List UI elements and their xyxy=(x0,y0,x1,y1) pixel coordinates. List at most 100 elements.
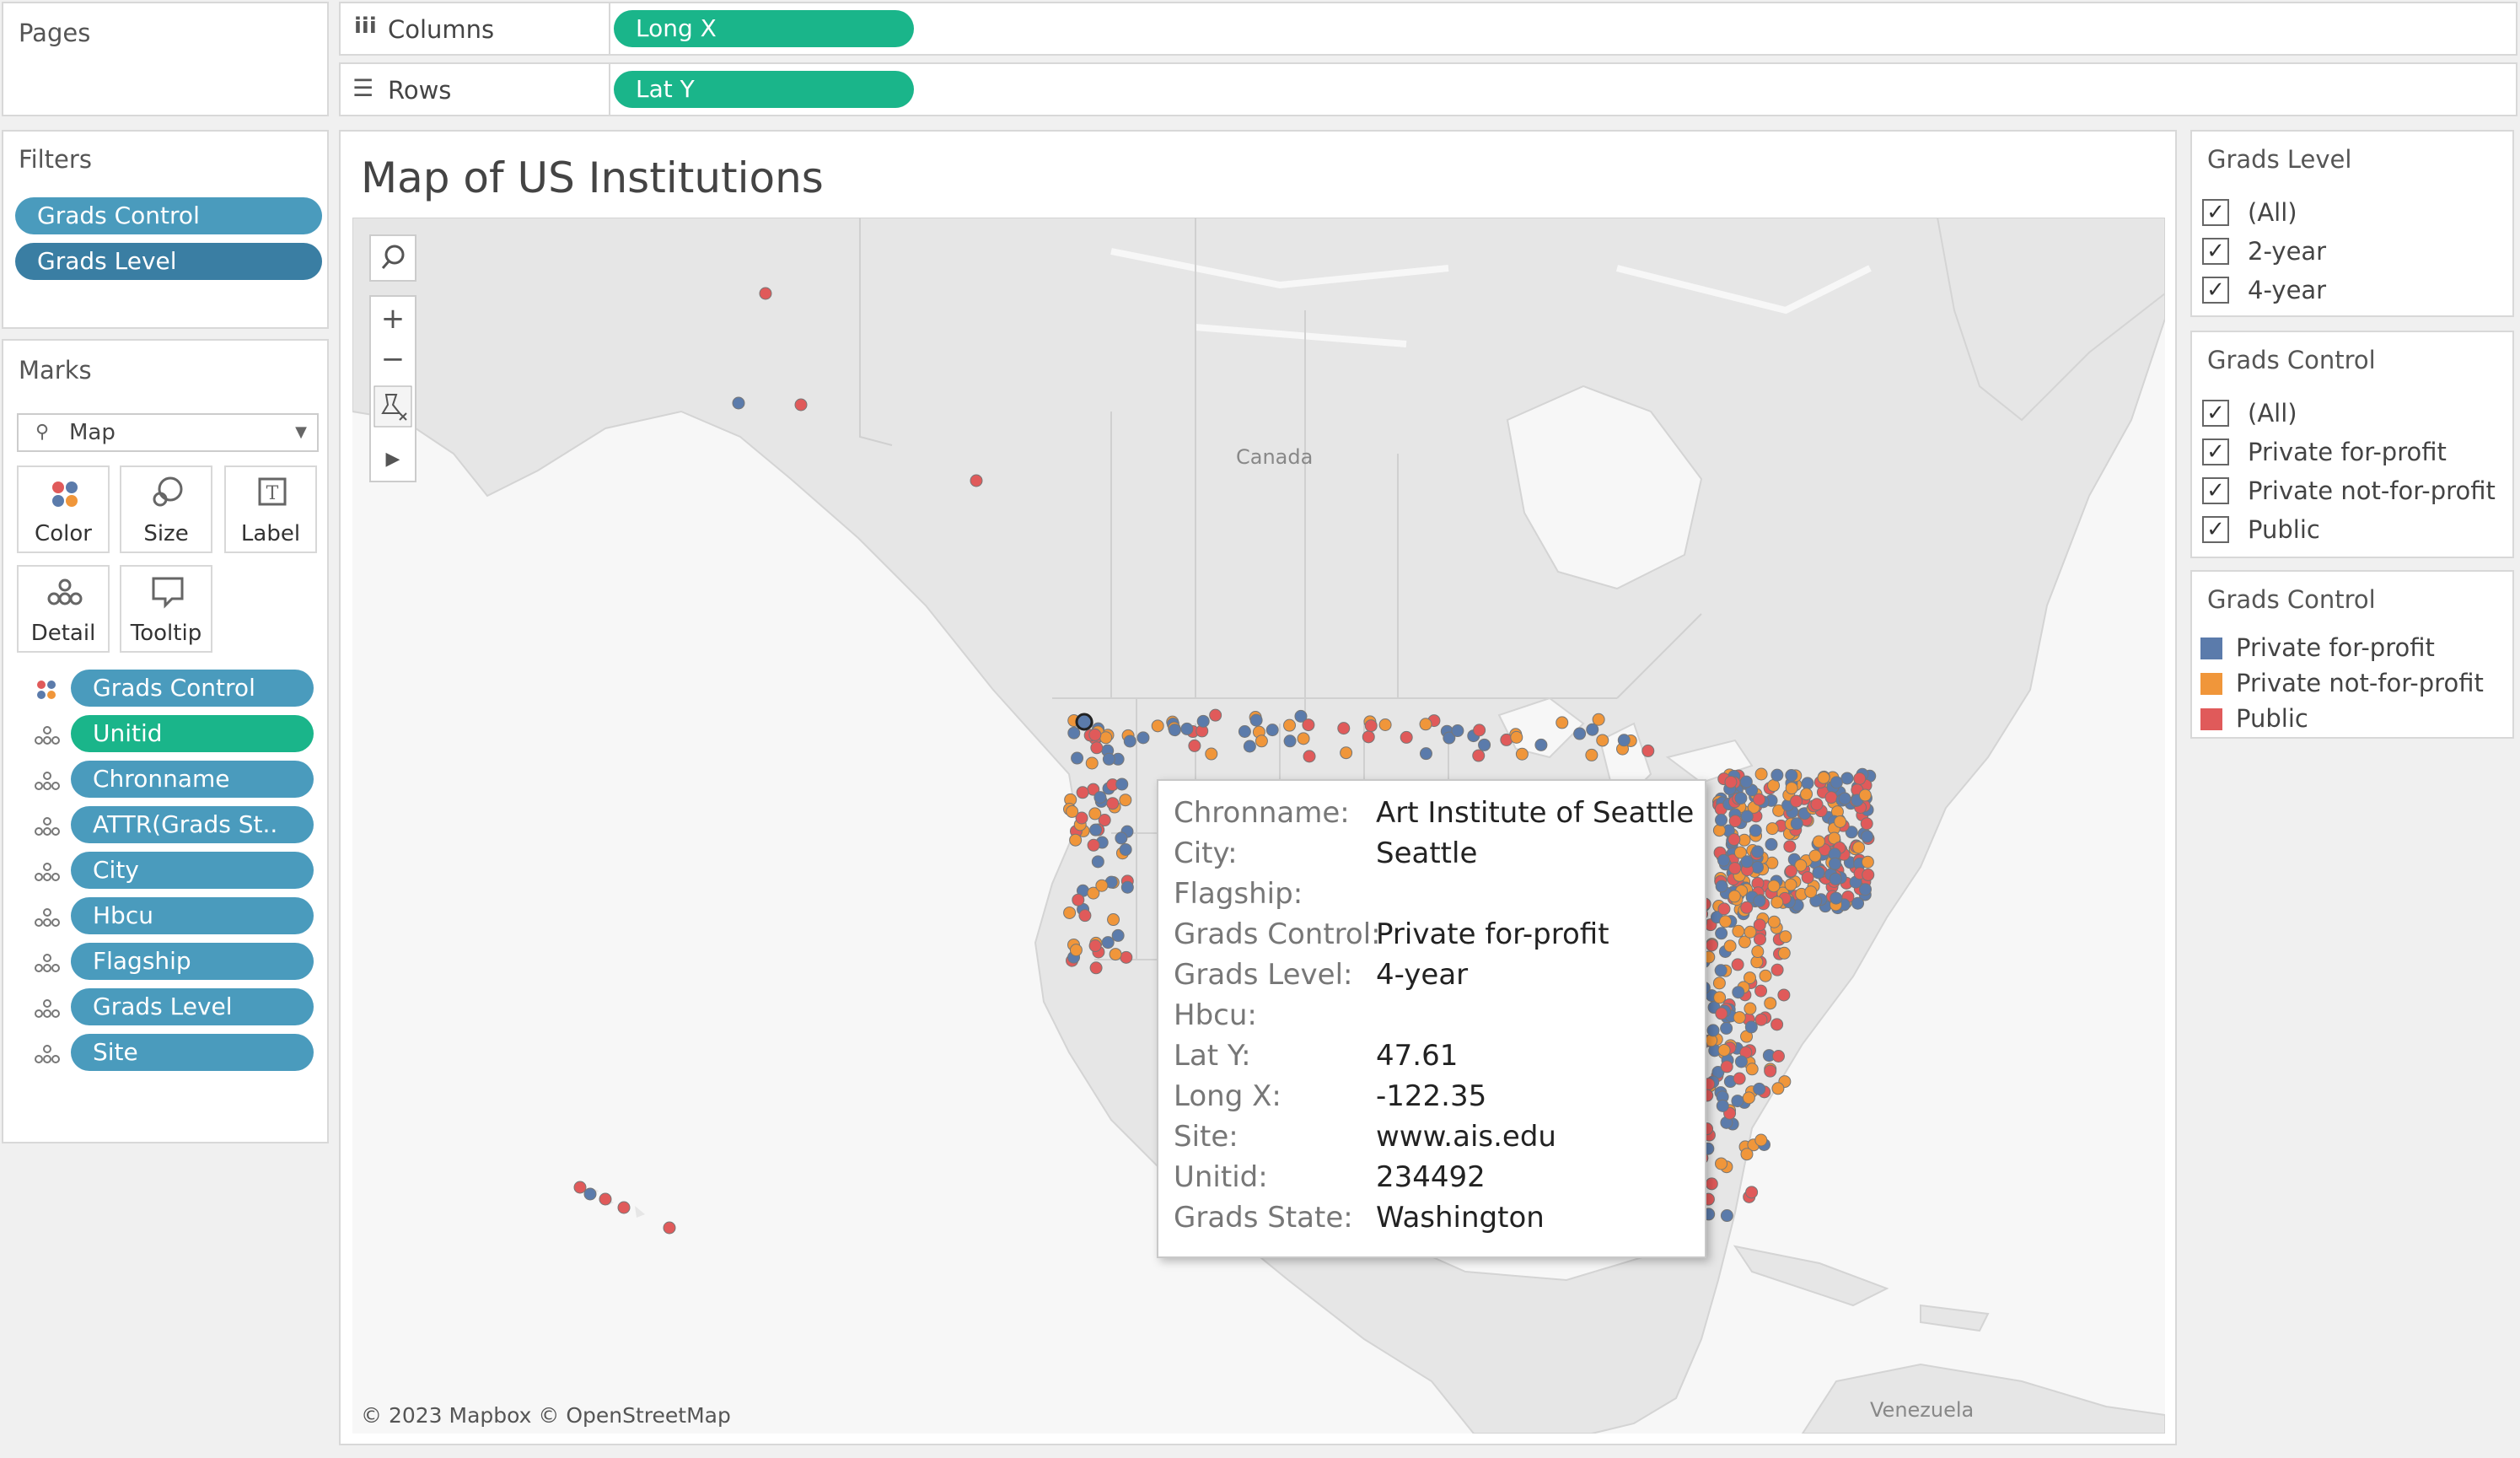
institution-marker[interactable] xyxy=(1717,902,1731,916)
institution-marker[interactable] xyxy=(1754,984,1768,998)
institution-marker[interactable] xyxy=(970,474,983,487)
label-card[interactable]: T Label xyxy=(224,465,317,553)
institution-marker[interactable] xyxy=(1586,723,1599,736)
institution-marker[interactable] xyxy=(1243,740,1256,753)
columns-shelf[interactable]: iii Columns Long X xyxy=(339,2,2517,56)
institution-marker[interactable] xyxy=(1801,871,1814,885)
institution-marker[interactable] xyxy=(1840,772,1854,785)
institution-marker[interactable] xyxy=(1180,722,1194,735)
institution-marker[interactable] xyxy=(1362,730,1375,744)
institution-marker[interactable] xyxy=(1801,777,1814,790)
institution-marker[interactable] xyxy=(1852,841,1866,854)
institution-marker[interactable] xyxy=(1731,958,1744,971)
institution-marker[interactable] xyxy=(1478,738,1491,751)
grads-level-option-all[interactable]: ✓ (All) xyxy=(2202,197,2297,228)
institution-marker[interactable] xyxy=(1089,961,1103,975)
institution-marker[interactable] xyxy=(1777,988,1791,1002)
institution-marker[interactable] xyxy=(1733,1072,1746,1085)
institution-marker[interactable] xyxy=(1740,855,1754,869)
institution-marker[interactable] xyxy=(1744,1002,1757,1015)
grads-control-option-private-not-for-profit[interactable]: ✓ Private not-for-profit xyxy=(2202,476,2496,506)
pin-reset-icon[interactable] xyxy=(371,385,415,428)
institution-marker[interactable] xyxy=(1069,944,1083,957)
institution-marker[interactable] xyxy=(1168,724,1181,737)
institution-marker[interactable] xyxy=(1727,890,1741,903)
institution-marker[interactable] xyxy=(1115,831,1128,845)
institution-marker[interactable] xyxy=(1742,1091,1755,1105)
institution-marker[interactable] xyxy=(1804,885,1818,899)
institution-marker[interactable] xyxy=(1093,791,1107,804)
institution-marker[interactable] xyxy=(1790,794,1803,808)
institution-marker[interactable] xyxy=(1473,724,1486,737)
institution-marker[interactable] xyxy=(1770,963,1784,976)
institution-marker[interactable] xyxy=(1072,893,1085,907)
institution-marker[interactable] xyxy=(1091,855,1104,869)
institution-marker[interactable] xyxy=(1078,909,1092,923)
color-card[interactable]: Color xyxy=(17,465,110,553)
institution-marker[interactable] xyxy=(1067,726,1081,740)
institution-marker[interactable] xyxy=(1744,1020,1758,1034)
institution-marker[interactable] xyxy=(1749,824,1762,837)
institution-marker[interactable] xyxy=(1205,747,1218,761)
institution-marker[interactable] xyxy=(1716,1099,1729,1112)
institution-marker[interactable] xyxy=(1812,866,1825,880)
institution-marker[interactable] xyxy=(1732,986,1745,999)
mark-field-pill[interactable]: Flagship xyxy=(71,943,314,980)
institution-marker[interactable] xyxy=(617,1201,631,1214)
grads-control-option-private-for-profit[interactable]: ✓ Private for-profit xyxy=(2202,437,2447,467)
institution-marker[interactable] xyxy=(1728,815,1742,828)
institution-marker[interactable] xyxy=(1753,1082,1766,1095)
zoom-in-icon[interactable]: + xyxy=(371,300,415,337)
institution-marker[interactable] xyxy=(1720,1060,1733,1073)
institution-marker[interactable] xyxy=(1451,724,1464,738)
institution-marker[interactable] xyxy=(1785,782,1798,795)
legend-item-private-for-profit[interactable]: Private for-profit xyxy=(2200,632,2435,663)
institution-marker[interactable] xyxy=(1858,788,1872,802)
institution-marker[interactable] xyxy=(1754,1133,1768,1147)
institution-marker[interactable] xyxy=(1765,822,1779,836)
institution-marker[interactable] xyxy=(1862,868,1875,881)
institution-marker[interactable] xyxy=(1719,915,1733,928)
institution-marker[interactable] xyxy=(1119,794,1132,807)
grads-control-option-public[interactable]: ✓ Public xyxy=(2202,514,2320,545)
institution-marker[interactable] xyxy=(1706,1024,1720,1037)
institution-marker[interactable] xyxy=(1779,930,1792,944)
institution-marker[interactable] xyxy=(1106,797,1120,810)
institution-marker[interactable] xyxy=(1723,939,1737,953)
institution-marker[interactable] xyxy=(1861,830,1874,843)
institution-marker[interactable] xyxy=(1767,880,1781,893)
institution-marker[interactable] xyxy=(1400,730,1413,744)
institution-marker[interactable] xyxy=(1860,817,1873,831)
institution-marker[interactable] xyxy=(1753,894,1766,907)
institution-marker[interactable] xyxy=(1800,788,1813,801)
institution-marker[interactable] xyxy=(1087,838,1100,852)
institution-marker[interactable] xyxy=(1255,734,1268,748)
institution-marker[interactable] xyxy=(1720,1209,1733,1223)
institution-marker[interactable] xyxy=(1717,1043,1731,1057)
institution-marker[interactable] xyxy=(1784,878,1797,891)
institution-marker[interactable] xyxy=(1861,855,1874,869)
institution-marker[interactable] xyxy=(759,287,772,300)
institution-marker[interactable] xyxy=(1099,731,1113,745)
institution-marker[interactable] xyxy=(1732,924,1745,938)
institution-marker[interactable] xyxy=(1765,837,1778,851)
institution-marker[interactable] xyxy=(1717,853,1731,867)
institution-marker[interactable] xyxy=(1759,969,1772,982)
institution-marker[interactable] xyxy=(1249,713,1263,727)
institution-marker[interactable] xyxy=(1136,731,1150,745)
institution-marker[interactable] xyxy=(599,1192,612,1206)
institution-marker[interactable] xyxy=(1337,722,1351,735)
grads-level-option-4-year[interactable]: ✓ 4-year xyxy=(2202,275,2326,305)
institution-marker[interactable] xyxy=(1340,746,1353,760)
institution-marker[interactable] xyxy=(1111,928,1125,942)
institution-marker[interactable] xyxy=(1714,964,1727,977)
institution-marker[interactable] xyxy=(1724,775,1738,788)
rows-shelf[interactable]: ☰ Rows Lat Y xyxy=(339,62,2517,116)
institution-marker[interactable] xyxy=(1120,950,1133,964)
grads-level-option-2-year[interactable]: ✓ 2-year xyxy=(2202,236,2326,266)
mark-type-dropdown[interactable]: ⚲ Map ▼ xyxy=(17,413,319,452)
institution-marker[interactable] xyxy=(1838,792,1851,805)
institution-marker[interactable] xyxy=(1754,767,1768,781)
institution-marker[interactable] xyxy=(1238,725,1251,739)
institution-marker[interactable] xyxy=(1209,708,1222,722)
